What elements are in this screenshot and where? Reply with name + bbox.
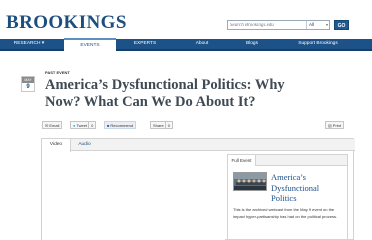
print-label: Print <box>332 123 342 128</box>
nav-research[interactable]: RESEARCH ▾ <box>0 39 58 49</box>
full-event-card: Full Event America’s Dysfunctional Polit… <box>227 154 348 240</box>
search-scope-select[interactable]: All ▾ <box>306 21 329 29</box>
event-card-description: This is the archived webcast from the Ma… <box>233 207 338 219</box>
recommend-label: Recommend <box>110 123 134 128</box>
search-scope-value: All <box>309 22 315 27</box>
envelope-icon: ✉ <box>45 123 49 128</box>
search-go-button[interactable]: GO <box>334 20 349 30</box>
share-toolbar: ✉Email ●Tweet 0 ■Recommend Share 0 ▤Print <box>42 121 352 131</box>
site-header: BROOKINGS All ▾ GO <box>0 0 372 38</box>
share-count: 0 <box>164 122 170 129</box>
email-button[interactable]: ✉Email <box>42 121 63 129</box>
page: BROOKINGS All ▾ GO RESEARCH ▾ EVENTS EXP… <box>0 0 372 240</box>
media-tabs: Video Audio <box>42 139 355 152</box>
tab-video[interactable]: Video <box>42 139 71 152</box>
search-input[interactable] <box>230 22 300 29</box>
event-type-label: PAST EVENT <box>45 70 70 75</box>
email-label: Email <box>49 123 60 128</box>
nav-about[interactable]: About <box>187 39 217 49</box>
video-player[interactable] <box>42 152 225 240</box>
event-date-badge: MAY 9 <box>21 76 35 92</box>
event-date-day: 9 <box>26 84 30 90</box>
share-button[interactable]: Share 0 <box>150 121 173 129</box>
nav-events[interactable]: EVENTS <box>64 38 116 51</box>
nav-blogs[interactable]: Blogs <box>240 39 264 49</box>
brookings-logo[interactable]: BROOKINGS <box>6 13 127 33</box>
tab-full-event[interactable]: Full Event <box>228 155 256 166</box>
nav-experts[interactable]: EXPERTS <box>124 39 166 49</box>
print-button[interactable]: ▤Print <box>325 121 345 129</box>
nav-support-brookings[interactable]: Support Brookings <box>286 39 350 49</box>
event-thumbnail[interactable] <box>233 172 267 191</box>
tweet-button[interactable]: ●Tweet 0 <box>70 121 97 129</box>
tweet-count: 0 <box>88 122 93 129</box>
event-card-title[interactable]: America’s Dysfunctional Politics <box>271 172 343 204</box>
page-title: America’s Dysfunctional Politics: Why No… <box>45 77 285 110</box>
tab-audio[interactable]: Audio <box>71 139 98 151</box>
media-panel: Video Audio Full Event America’s Dysfunc… <box>41 138 355 240</box>
main-nav: RESEARCH ▾ EVENTS EXPERTS About Blogs Su… <box>0 38 372 51</box>
recommend-button[interactable]: ■Recommend <box>104 121 137 129</box>
printer-icon: ▤ <box>328 123 332 128</box>
chevron-down-icon: ▾ <box>325 22 328 27</box>
share-label: Share <box>153 123 164 128</box>
card-tab-strip <box>256 155 347 166</box>
tweet-label: Tweet <box>76 123 88 128</box>
